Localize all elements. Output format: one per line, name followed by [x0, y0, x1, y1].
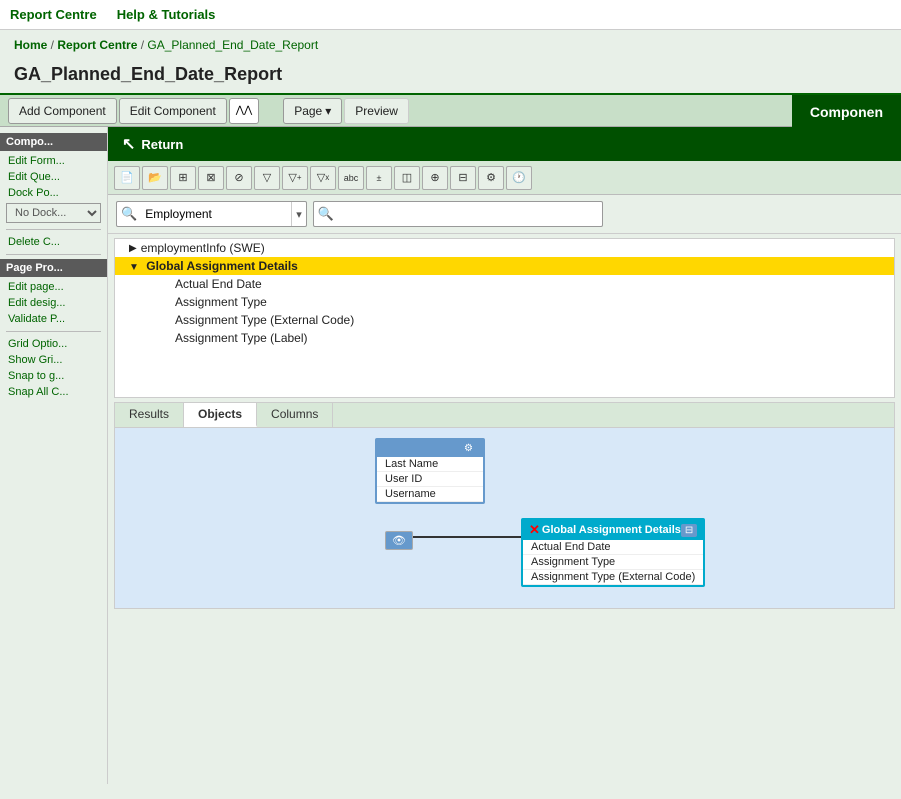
tree-arrow-icon: ▼	[129, 262, 139, 273]
dock-pos-link[interactable]: Dock Po...	[0, 185, 107, 201]
objects-content: ⚙ Last Name User ID Username 👁 ✕ Globa	[115, 428, 894, 608]
tree-item-label: Global Assignment Details	[146, 259, 298, 273]
page-properties-header: Page Pro...	[0, 259, 107, 277]
ga-settings-icon[interactable]: ⊟	[681, 524, 697, 537]
top-navigation: Report Centre Help & Tutorials	[0, 0, 901, 30]
snap-to-grid-link[interactable]: Snap to g...	[0, 368, 107, 384]
eye-icon-button[interactable]: 👁	[385, 531, 413, 550]
preview-button[interactable]: Preview	[344, 98, 409, 124]
tb-block-button[interactable]: ⊘	[226, 166, 252, 190]
tb-new-button[interactable]: 📄	[114, 166, 140, 190]
tree-assignment-type-ext[interactable]: Assignment Type (External Code)	[115, 311, 894, 329]
breadcrumb-report-centre[interactable]: Report Centre	[57, 38, 137, 52]
action-bar: Add Component Edit Component ⋀⋀ Page ▾ P…	[0, 93, 901, 127]
tree-global-assignment[interactable]: ▼ Global Assignment Details	[115, 257, 894, 275]
tab-results[interactable]: Results	[115, 403, 184, 427]
tree-item-label: Assignment Type (External Code)	[175, 313, 354, 327]
tb-filter2-button[interactable]: ▽+	[282, 166, 308, 190]
breadcrumb: Home / Report Centre / GA_Planned_End_Da…	[0, 30, 901, 60]
toolbar: 📄 📂 ⊞ ⊠ ⊘ ▽ ▽+ ▽x abc ± ◫ ⊕ ⊟ ⚙ 🕐	[108, 161, 901, 195]
tb-settings-button[interactable]: ⚙	[478, 166, 504, 190]
bottom-section: Results Objects Columns ⚙ Last Name	[114, 402, 895, 609]
cursor-icon: ↖	[122, 134, 135, 154]
tree-item-label: Assignment Type (Label)	[175, 331, 308, 345]
main-content: Compo... Edit Form... Edit Que... Dock P…	[0, 127, 901, 784]
tree-area: ▶ employmentInfo (SWE) ▼ Global Assignme…	[114, 238, 895, 398]
edit-form-link[interactable]: Edit Form...	[0, 153, 107, 169]
tb-table-button[interactable]: ⊟	[450, 166, 476, 190]
delete-component-link[interactable]: Delete C...	[0, 234, 107, 250]
validate-page-link[interactable]: Validate P...	[0, 311, 107, 327]
tab-columns[interactable]: Columns	[257, 403, 333, 427]
ga-title-label: Global Assignment Details	[542, 524, 681, 536]
tree-assignment-type[interactable]: Assignment Type	[115, 293, 894, 311]
edit-query-link[interactable]: Edit Que...	[0, 169, 107, 185]
right-panel: ↖ Return 📄 📂 ⊞ ⊠ ⊘ ▽ ▽+ ▽x abc ± ◫ ⊕ ⊟ ⚙…	[108, 127, 901, 784]
component-header-label: Componen	[792, 95, 901, 129]
return-bar[interactable]: ↖ Return	[108, 127, 901, 161]
tb-delete-button[interactable]: ⊠	[198, 166, 224, 190]
search-combo-icon: 🔍	[117, 206, 141, 222]
tab-bar: Results Objects Columns	[115, 403, 894, 428]
ga-assignment-type-ext: Assignment Type (External Code)	[523, 570, 703, 585]
tb-add-remove-button[interactable]: ±	[366, 166, 392, 190]
edit-component-button[interactable]: Edit Component	[119, 98, 227, 124]
snap-all-link[interactable]: Snap All C...	[0, 384, 107, 400]
tree-employment-info[interactable]: ▶ employmentInfo (SWE)	[115, 239, 894, 257]
breadcrumb-current: GA_Planned_End_Date_Report	[147, 38, 318, 52]
edit-page-link[interactable]: Edit page...	[0, 279, 107, 295]
tree-assignment-type-label[interactable]: Assignment Type (Label)	[115, 329, 894, 347]
eye-connector: 👁	[385, 531, 417, 550]
person-settings-icon[interactable]: ⚙	[460, 442, 477, 455]
person-box-title: ⚙	[377, 440, 483, 457]
tree-actual-end-date[interactable]: Actual End Date	[115, 275, 894, 293]
edit-design-link[interactable]: Edit desig...	[0, 295, 107, 311]
search-row: 🔍 ▾ 🔍	[108, 195, 901, 234]
tb-open-button[interactable]: 📂	[142, 166, 168, 190]
search-box-icon: 🔍	[318, 206, 334, 222]
page-title: GA_Planned_End_Date_Report	[0, 60, 901, 93]
page-button[interactable]: Page ▾	[283, 98, 342, 124]
nav-help-tutorials[interactable]: Help & Tutorials	[117, 7, 216, 22]
ga-close-button[interactable]: ✕	[529, 522, 540, 538]
tab-objects[interactable]: Objects	[184, 403, 257, 427]
tb-text-button[interactable]: abc	[338, 166, 364, 190]
nav-report-centre[interactable]: Report Centre	[10, 7, 97, 22]
grid-options-link[interactable]: Grid Optio...	[0, 336, 107, 352]
tb-plus-button[interactable]: ⊕	[422, 166, 448, 190]
collapse-button[interactable]: ⋀⋀	[229, 98, 259, 124]
dock-dropdown[interactable]: No Dock...	[6, 203, 101, 223]
tree-item-label: employmentInfo (SWE)	[141, 241, 265, 255]
show-grid-link[interactable]: Show Gri...	[0, 352, 107, 368]
search-combo: 🔍 ▾	[116, 201, 307, 227]
search-box-input[interactable]	[338, 202, 598, 226]
person-username: Username	[377, 487, 483, 502]
tb-grid-button[interactable]: ⊞	[170, 166, 196, 190]
tb-filter3-button[interactable]: ▽x	[310, 166, 336, 190]
search-combo-input[interactable]	[141, 202, 291, 226]
search-combo-arrow[interactable]: ▾	[291, 202, 306, 226]
tree-arrow-icon: ▶	[129, 243, 137, 254]
person-user-id: User ID	[377, 472, 483, 487]
tree-item-label: Actual End Date	[175, 277, 262, 291]
return-label: Return	[141, 137, 183, 152]
add-component-button[interactable]: Add Component	[8, 98, 117, 124]
breadcrumb-home[interactable]: Home	[14, 38, 47, 52]
ga-object-box: ✕ Global Assignment Details ⊟ Actual End…	[521, 518, 705, 587]
person-last-name: Last Name	[377, 457, 483, 472]
tb-box-button[interactable]: ◫	[394, 166, 420, 190]
person-object-box: ⚙ Last Name User ID Username	[375, 438, 485, 504]
tree-item-label: Assignment Type	[175, 295, 267, 309]
left-sidebar: Compo... Edit Form... Edit Que... Dock P…	[0, 127, 108, 784]
ga-box-title: ✕ Global Assignment Details ⊟	[523, 520, 703, 540]
page-chevron-icon: ▾	[325, 104, 331, 118]
ga-assignment-type: Assignment Type	[523, 555, 703, 570]
tb-filter1-button[interactable]: ▽	[254, 166, 280, 190]
tb-clock-button[interactable]: 🕐	[506, 166, 532, 190]
component-section-header: Compo...	[0, 133, 107, 151]
ga-actual-end-date: Actual End Date	[523, 540, 703, 555]
search-box: 🔍	[313, 201, 603, 227]
